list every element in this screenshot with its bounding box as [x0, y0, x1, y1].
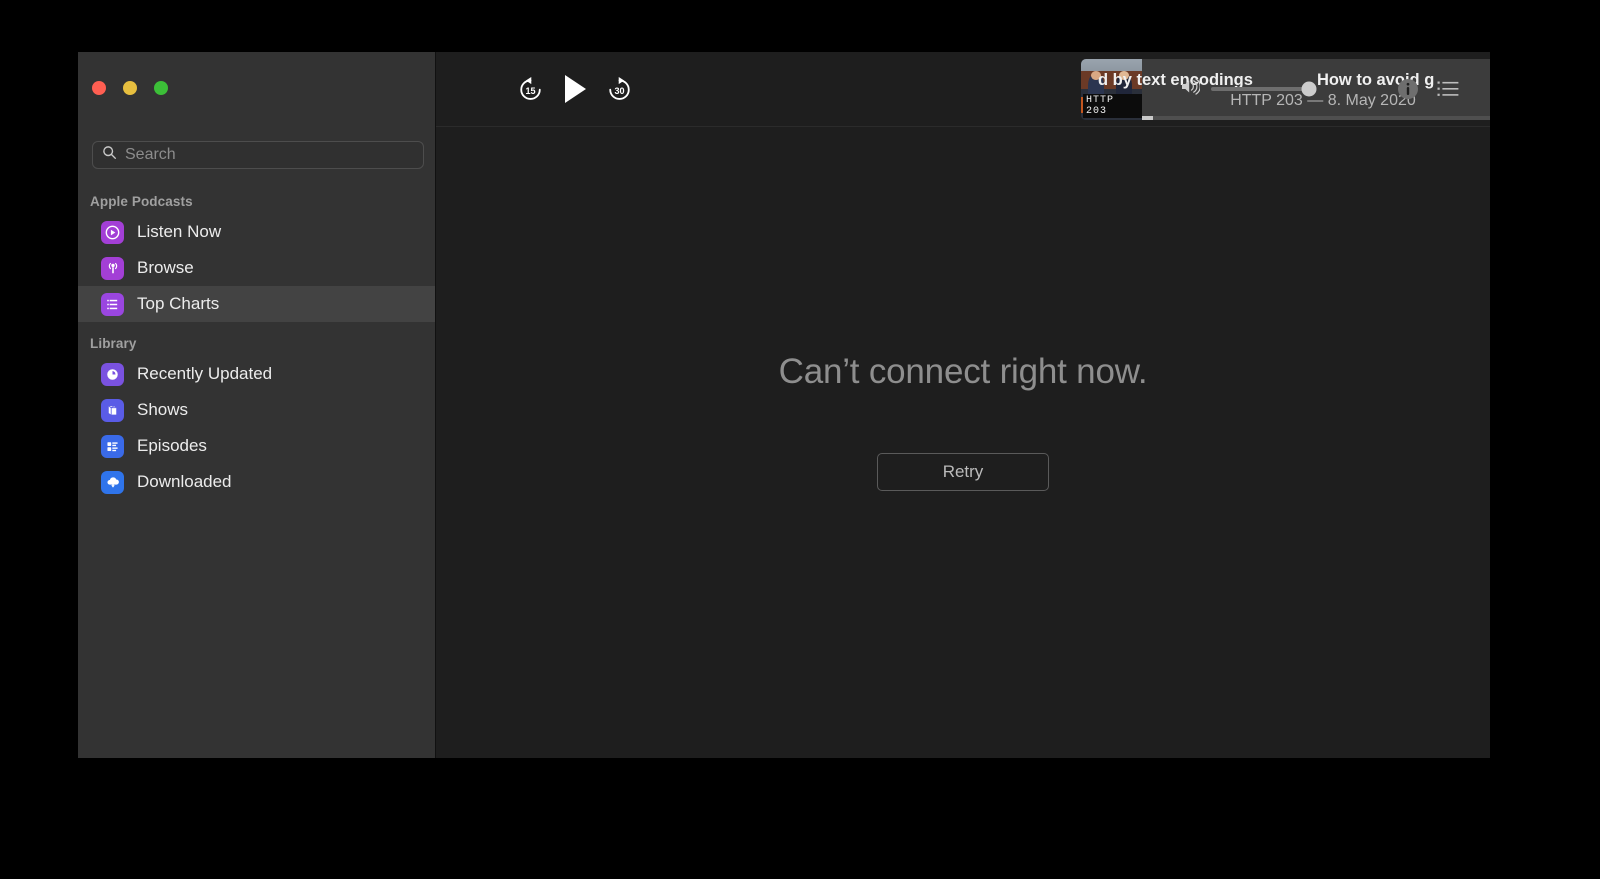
podcasts-window: Apple Podcasts Listen Now — [78, 52, 1490, 758]
content-area: 15 30 HTTP 203 d by text encodings How t… — [436, 52, 1490, 758]
info-icon — [1398, 79, 1418, 99]
artwork-badge-label: HTTP 203 — [1083, 94, 1142, 118]
zoom-window-button[interactable] — [154, 81, 168, 95]
sidebar-item-recently-updated[interactable]: Recently Updated — [78, 356, 435, 392]
sidebar-item-label: Shows — [137, 400, 189, 419]
search-icon — [102, 145, 117, 165]
sidebar-item-label: Downloaded — [137, 472, 232, 491]
retry-button[interactable]: Retry — [877, 453, 1049, 491]
error-message: Can’t connect right now. — [778, 352, 1148, 391]
listen-now-icon — [101, 220, 124, 244]
transport-controls: 15 30 — [517, 73, 633, 105]
sidebar-item-label: Episodes — [137, 436, 207, 455]
player-toolbar: 15 30 HTTP 203 d by text encodings How t… — [436, 52, 1490, 127]
sidebar-item-label: Browse — [137, 258, 194, 277]
search-field[interactable] — [92, 141, 424, 169]
browse-icon — [101, 256, 124, 280]
svg-text:15: 15 — [525, 85, 535, 95]
play-button[interactable] — [561, 73, 589, 105]
episodes-icon — [101, 434, 124, 458]
search-input[interactable] — [125, 146, 395, 164]
svg-text:30: 30 — [614, 85, 624, 95]
sidebar-item-label: Recently Updated — [137, 364, 273, 383]
volume-control[interactable] — [1181, 78, 1317, 100]
main-content: Can’t connect right now. Retry — [436, 127, 1490, 758]
top-charts-icon — [101, 292, 124, 316]
queue-list-button[interactable] — [1428, 80, 1468, 98]
sidebar-item-downloaded[interactable]: Downloaded — [78, 464, 435, 500]
skip-forward-30-button[interactable]: 30 — [606, 76, 633, 103]
sidebar-group-header-library: Library — [90, 336, 137, 351]
skip-back-15-button[interactable]: 15 — [517, 76, 544, 103]
sidebar-navigation: Apple Podcasts Listen Now Browse Top Cha… — [78, 188, 435, 500]
sidebar-item-browse[interactable]: Browse — [78, 250, 435, 286]
clock-icon — [101, 362, 124, 386]
download-cloud-icon — [101, 470, 124, 494]
shows-icon — [101, 398, 124, 422]
volume-slider-track[interactable] — [1211, 81, 1317, 97]
speaker-wave-icon[interactable] — [1181, 78, 1201, 100]
sidebar: Apple Podcasts Listen Now — [78, 52, 436, 758]
sidebar-item-episodes[interactable]: Episodes — [78, 428, 435, 464]
minimize-window-button[interactable] — [123, 81, 137, 95]
traffic-light-controls — [92, 81, 168, 95]
close-window-button[interactable] — [92, 81, 106, 95]
list-icon — [1437, 81, 1459, 96]
info-button[interactable] — [1388, 78, 1428, 100]
sidebar-item-listen-now[interactable]: Listen Now — [78, 214, 435, 250]
toolbar-right-controls — [1181, 52, 1468, 126]
sidebar-item-label: Top Charts — [137, 294, 220, 313]
sidebar-group-header-apple-podcasts: Apple Podcasts — [90, 194, 193, 209]
sidebar-item-label: Listen Now — [137, 222, 222, 241]
playback-progress-fill — [1142, 116, 1153, 120]
volume-slider-knob[interactable] — [1301, 81, 1317, 97]
sidebar-item-top-charts[interactable]: Top Charts — [78, 286, 435, 322]
sidebar-item-shows[interactable]: Shows — [78, 392, 435, 428]
